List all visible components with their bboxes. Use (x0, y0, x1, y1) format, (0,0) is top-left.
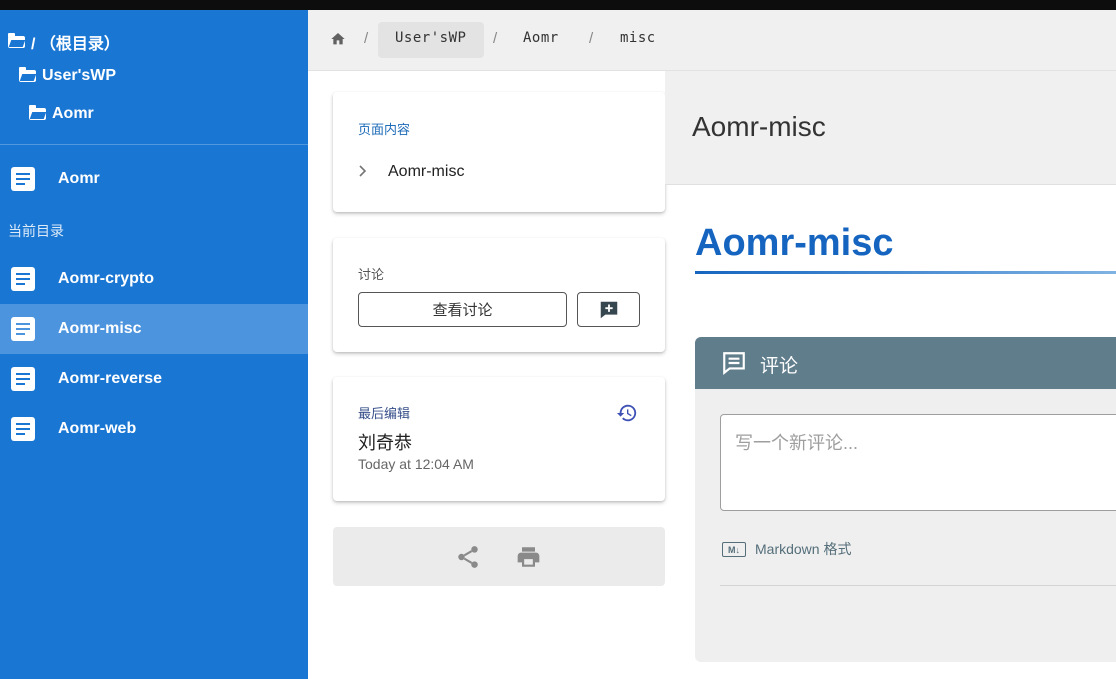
folder-open-icon (29, 105, 46, 120)
print-icon[interactable] (515, 544, 542, 570)
breadcrumb-separator: / (364, 30, 369, 47)
sidebar-item-aomr-reverse[interactable]: Aomr-reverse (0, 354, 308, 404)
breadcrumb-separator: / (589, 30, 594, 47)
folder-open-icon (19, 67, 36, 82)
page-title: Aomr-misc (695, 222, 894, 264)
breadcrumb-separator: / (493, 30, 498, 47)
sidebar-item-aomr-misc[interactable]: Aomr-misc (0, 304, 308, 354)
sidebar-item-aomr-crypto[interactable]: Aomr-crypto (0, 254, 308, 304)
sidebar-section-label: 当前目录 (8, 223, 64, 239)
title-underline (695, 271, 1116, 274)
window-top-strip (0, 0, 1116, 10)
comments-title: 评论 (760, 356, 799, 377)
chevron-right-icon (359, 165, 367, 177)
share-print-bar (333, 527, 665, 586)
last-edit-label: 最后编辑 (358, 406, 411, 421)
sidebar-nav: / （根目录） User'sWP Aomr Aomr 当前目录 Aomr-cry… (0, 10, 308, 679)
comment-plus-icon (600, 301, 617, 318)
home-icon[interactable] (330, 31, 346, 47)
toc-label: 页面内容 (358, 122, 411, 137)
toc-entry[interactable]: Aomr-misc (388, 163, 464, 181)
document-icon (11, 417, 35, 441)
markdown-format-label: Markdown 格式 (755, 541, 852, 557)
discussion-label: 讨论 (358, 267, 385, 282)
breadcrumb-item-misc[interactable]: misc (620, 30, 656, 46)
sidebar-item-aomr-web[interactable]: Aomr-web (0, 404, 308, 454)
sidebar-item-aomr[interactable]: Aomr (0, 154, 308, 204)
comments-header: 评论 (695, 337, 1116, 389)
comments-panel: 评论 写一个新评论... M↓ Markdown 格式 (695, 337, 1116, 662)
tree-root-link[interactable]: / （根目录） (8, 30, 120, 54)
add-comment-button[interactable] (577, 292, 640, 327)
document-icon (11, 167, 35, 191)
document-icon (11, 367, 35, 391)
share-icon[interactable] (455, 544, 481, 570)
toc-card: 页面内容 Aomr-misc (333, 92, 665, 212)
tree-userswp-label: User'sWP (42, 67, 117, 84)
last-edit-card: 最后编辑 刘奇恭 Today at 12:04 AM (333, 377, 665, 501)
comment-icon (723, 352, 745, 376)
breadcrumb-item-userswp[interactable]: User'sWP (395, 30, 466, 46)
tree-userswp-link[interactable]: User'sWP (19, 67, 116, 85)
sidebar-divider (0, 144, 308, 145)
discussion-card: 讨论 查看讨论 (333, 238, 665, 352)
tree-root-label: / （根目录） (31, 36, 120, 53)
sidebar-item-label: Aomr-crypto (58, 270, 155, 287)
folder-open-icon (8, 33, 25, 48)
new-comment-placeholder: 写一个新评论... (735, 433, 859, 453)
document-icon (11, 267, 35, 291)
sidebar-item-label: Aomr-reverse (58, 370, 163, 387)
history-icon[interactable] (616, 402, 638, 424)
page-header-title: Aomr-misc (692, 111, 826, 142)
breadcrumb-bar: / User'sWP / Aomr / misc (308, 10, 1116, 71)
last-edit-author: 刘奇恭 (358, 433, 412, 453)
sidebar-item-label: Aomr (58, 170, 100, 187)
markdown-icon: M↓ (722, 542, 746, 557)
breadcrumb-item-aomr[interactable]: Aomr (523, 30, 559, 46)
new-comment-input[interactable]: 写一个新评论... (720, 414, 1116, 511)
tree-aomr-label: Aomr (52, 105, 94, 122)
view-discussion-button[interactable]: 查看讨论 (358, 292, 567, 327)
sidebar-item-label: Aomr-web (58, 420, 137, 437)
last-edit-time: Today at 12:04 AM (358, 456, 474, 472)
comments-divider (720, 585, 1116, 586)
tree-aomr-link[interactable]: Aomr (29, 105, 94, 123)
page-header: Aomr-misc (665, 71, 1116, 185)
document-icon (11, 317, 35, 341)
view-discussion-label: 查看讨论 (432, 302, 493, 319)
sidebar-item-label: Aomr-misc (58, 320, 142, 337)
